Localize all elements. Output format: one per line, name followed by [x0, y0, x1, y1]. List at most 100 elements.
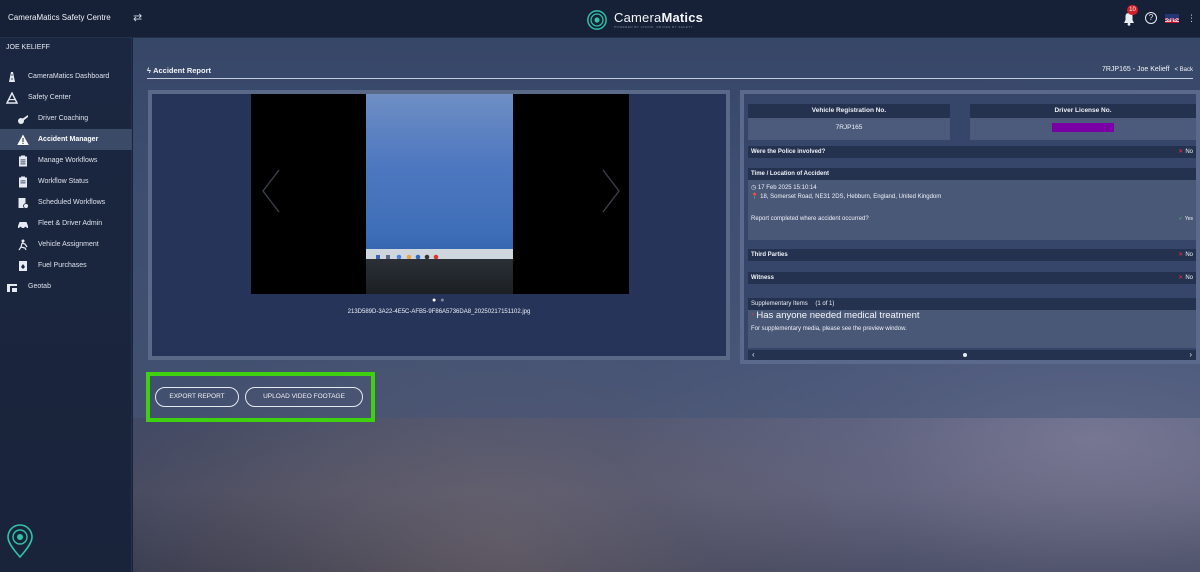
witness-label: Witness [751, 275, 774, 281]
sidebar-item-label: Geotab [28, 283, 51, 290]
sidebar-item-label: Manage Workflows [38, 157, 98, 164]
sidebar-item-dashboard[interactable]: CameraMatics Dashboard [0, 66, 132, 87]
accident-location[interactable]: 📍 18, Somerset Road, NE31 2DS, Hebburn, … [748, 193, 1196, 200]
sidebar-item-workflow-status[interactable]: Workflow Status [0, 171, 132, 192]
cross-icon: ✕ [1178, 275, 1184, 281]
swap-arrows-icon[interactable]: ⇄ [133, 11, 142, 24]
calendar-doc-icon [16, 197, 30, 209]
map-pin-icon: 📍 [751, 194, 759, 200]
sidebar-item-label: Workflow Status [38, 178, 89, 185]
cameramatics-logo-icon [587, 10, 607, 30]
sidebar-item-manage-workflows[interactable]: Manage Workflows [0, 150, 132, 171]
clock-icon: ◷ [751, 185, 757, 191]
required-asterisk: * [751, 313, 754, 320]
section-header: ϟ Accident Report 7RJP165 - Joe Kelieff … [147, 65, 1193, 79]
sidebar-item-fleet-driver-admin[interactable]: Fleet & Driver Admin [0, 213, 132, 234]
sidebar-nav: CameraMatics Dashboard Safety Center Dri… [0, 66, 132, 297]
witness-row: Witness ✕ No [748, 272, 1196, 284]
sidebar-item-label: Fleet & Driver Admin [38, 220, 103, 227]
language-flag-icon[interactable] [1165, 13, 1179, 23]
notifications-button[interactable]: 10 [1121, 5, 1138, 26]
sidebar-item-label: Safety Center [28, 94, 71, 101]
carousel-dot-active[interactable]: ● [432, 297, 440, 304]
app-title[interactable]: CameraMatics Safety Centre [8, 13, 111, 22]
accident-photo[interactable] [366, 94, 513, 294]
sidebar-item-label: Accident Manager [38, 136, 99, 143]
brand-logo[interactable]: CameraMatics POWERED BY VISION. DRIVEN B… [586, 8, 703, 32]
cross-icon: ✕ [1178, 252, 1184, 258]
top-bar: CameraMatics Safety Centre ⇄ CameraMatic… [0, 0, 1200, 38]
sidebar-item-label: Fuel Purchases [38, 262, 87, 269]
photo-taskbar [366, 249, 513, 260]
car-icon [16, 218, 30, 230]
sidebar-item-label: CameraMatics Dashboard [28, 73, 110, 80]
supplementary-body: * Has anyone needed medical treatment Fo… [748, 310, 1196, 348]
sidebar-item-vehicle-assignment[interactable]: Vehicle Assignment [0, 234, 132, 255]
sidebar-item-safety-center[interactable]: Safety Center [0, 87, 132, 108]
media-carousel: ●● 213D589D-3A22-4E5C-AFB5-9F86A5736DA8_… [148, 90, 730, 360]
carousel-indicator[interactable]: ●● [432, 297, 448, 304]
back-link[interactable]: < Back [1174, 67, 1193, 73]
scroll-position-dot[interactable] [963, 353, 967, 357]
sidebar: JOE KELIEFF CameraMatics Dashboard Safet… [0, 38, 132, 572]
supplementary-scrollbar[interactable]: ‹ › [748, 350, 1196, 360]
sidebar-item-label: Vehicle Assignment [38, 241, 99, 248]
header-right: 7RJP165 - Joe Kelieff < Back [1102, 66, 1193, 73]
carousel-dot[interactable]: ● [440, 297, 448, 304]
sidebar-logo-icon [7, 524, 33, 558]
geotab-icon [5, 281, 19, 293]
sidebar-item-label: Driver Coaching [38, 115, 89, 122]
supplementary-question: * Has anyone needed medical treatment [751, 310, 920, 321]
vehicle-registration-box: Vehicle Registration No. 7RJP165 [748, 104, 950, 140]
time-location-header: Time / Location of Accident [748, 168, 1196, 180]
lightning-icon: ϟ [147, 66, 151, 75]
supplementary-note: For supplementary media, please see the … [751, 326, 907, 332]
help-icon[interactable]: ? [1145, 12, 1157, 24]
third-parties-value: ✕ No [1178, 252, 1193, 258]
upload-video-footage-button[interactable]: UPLOAD VIDEO FOOTAGE [245, 387, 363, 407]
accident-datetime: ◷ 17 Feb 2025 15:10:14 [751, 185, 817, 191]
check-icon: ✓ [1178, 216, 1183, 222]
carousel-prev-icon[interactable] [261, 168, 281, 214]
driver-license-label: Driver License No. [970, 104, 1196, 118]
accident-details-panel: Vehicle Registration No. 7RJP165 Driver … [740, 90, 1200, 364]
supplementary-label: Supplementary Items [751, 301, 808, 307]
export-report-button[interactable]: EXPORT REPORT [155, 387, 239, 407]
more-menu-icon[interactable]: ⋮ [1187, 13, 1196, 24]
user-name: JOE KELIEFF [6, 44, 50, 51]
supplementary-header: Supplementary Items (1 of 1) [748, 298, 1196, 310]
fuel-doc-icon [16, 260, 30, 272]
third-parties-row: Third Parties ✕ No [748, 249, 1196, 261]
sidebar-item-label: Scheduled Workflows [38, 199, 106, 206]
supplementary-count: (1 of 1) [815, 301, 835, 307]
media-viewer[interactable] [251, 94, 629, 294]
report-completed-value: ✓ Yes [1178, 216, 1193, 222]
scroll-right-icon[interactable]: › [1189, 350, 1192, 360]
photo-desk [366, 259, 513, 294]
police-involved-row: Were the Police involved? ✕ No [748, 146, 1196, 158]
scroll-left-icon[interactable]: ‹ [752, 350, 755, 360]
driver-license-box: Driver License No. [970, 104, 1196, 140]
notification-badge: 10 [1127, 5, 1138, 15]
sidebar-item-fuel-purchases[interactable]: Fuel Purchases [0, 255, 132, 276]
sidebar-item-scheduled-workflows[interactable]: Scheduled Workflows [0, 192, 132, 213]
carousel-next-icon[interactable] [601, 168, 621, 214]
brand-name: CameraMatics [614, 9, 704, 25]
time-location-label: Time / Location of Accident [751, 171, 830, 177]
third-parties-label: Third Parties [751, 252, 788, 258]
page-title: ϟ Accident Report [147, 66, 212, 75]
clipboard-icon [16, 155, 30, 167]
report-completed-row: Report completed where accident occurred… [748, 216, 1196, 222]
vehicle-driver-label: 7RJP165 - Joe Kelieff [1101, 66, 1170, 73]
brand-tagline: POWERED BY VISION. DRIVEN BY SAFETY [614, 24, 694, 29]
person-run-icon [16, 239, 30, 251]
whistle-icon [16, 113, 30, 125]
sidebar-item-driver-coaching[interactable]: Driver Coaching [0, 108, 132, 129]
sidebar-item-geotab[interactable]: Geotab [0, 276, 132, 297]
top-right-controls: 10 ? ⋮ [1121, 5, 1196, 26]
sidebar-item-accident-manager[interactable]: Accident Manager [0, 129, 132, 150]
cross-icon: ✕ [1178, 149, 1184, 155]
vehicle-registration-label: Vehicle Registration No. [748, 104, 950, 118]
redacted-block [1052, 122, 1114, 132]
driver-license-value [970, 118, 1196, 138]
